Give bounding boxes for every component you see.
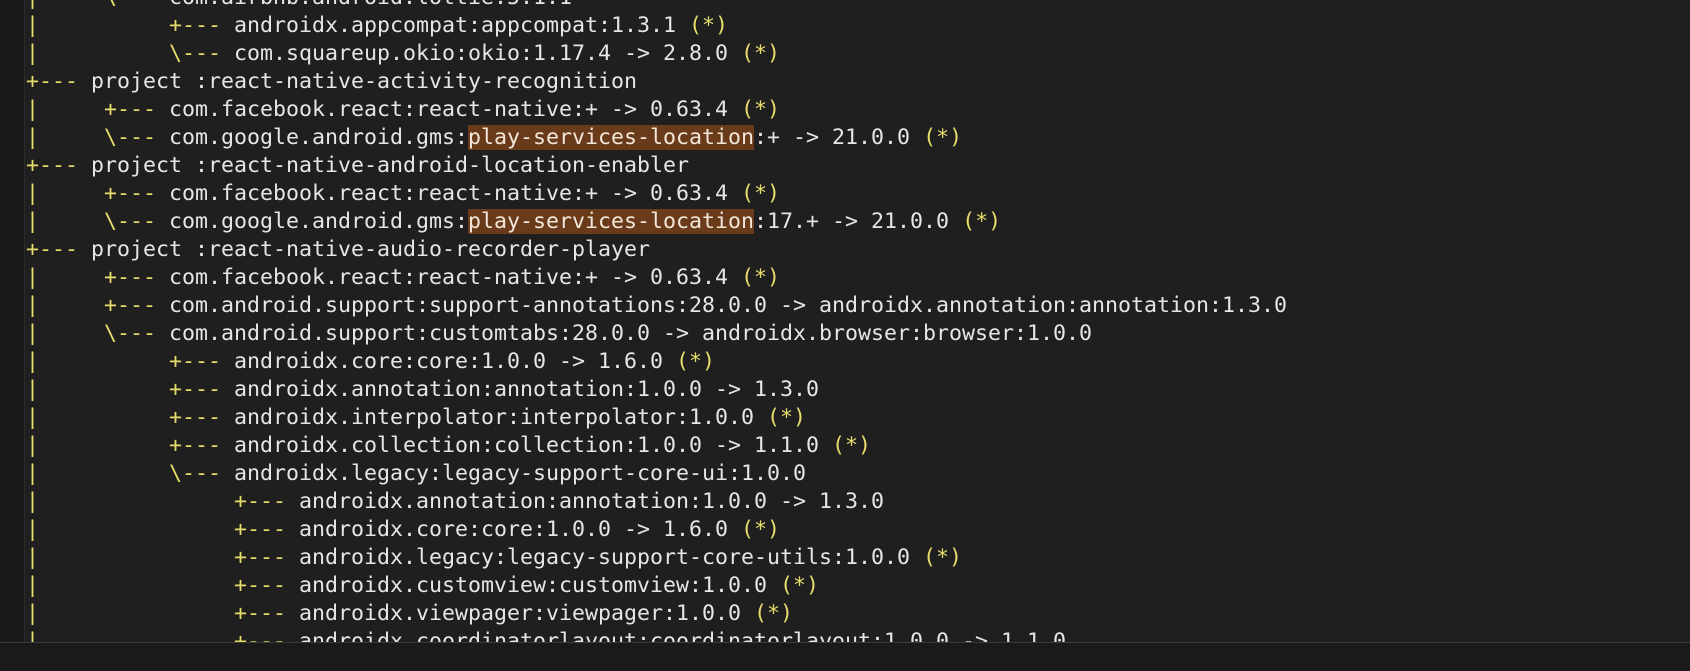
terminal-line: | +--- androidx.collection:collection:1.… [0, 432, 1690, 460]
search-highlight: play-services-location [468, 125, 755, 150]
tree-connector: | \--- [0, 41, 235, 66]
tree-connector: | +--- [0, 601, 300, 626]
terminal-line: | +--- androidx.legacy:legacy-support-co… [0, 544, 1690, 572]
omitted-marker: (*) [689, 13, 729, 38]
terminal-line: | \--- com.google.android.gms:play-servi… [0, 208, 1690, 236]
terminal-line: +--- project :react-native-android-locat… [0, 152, 1690, 180]
dependency-text: :+ -> 21.0.0 [754, 125, 924, 150]
terminal-line: | \--- com.google.android.gms:play-servi… [0, 124, 1690, 152]
terminal-line: | \--- androidx.legacy:legacy-support-co… [0, 460, 1690, 488]
dependency-text: androidx.appcompat:appcompat:1.3.1 [234, 13, 690, 38]
omitted-marker: (*) [754, 601, 794, 626]
tree-connector: | \--- [0, 209, 170, 234]
dependency-text: androidx.core:core:1.0.0 -> 1.6.0 [299, 517, 742, 542]
omitted-marker: (*) [923, 125, 963, 150]
dependency-text: androidx.collection:collection:1.0.0 -> … [234, 433, 833, 458]
terminal-window: | \--- com.airbnb.android:lottie:5.1.1 |… [0, 0, 1690, 671]
dependency-text: com.airbnb.android:lottie:5.1.1 [169, 0, 572, 10]
dependency-text: com.android.support:support-annotations:… [169, 293, 1288, 318]
dependency-text: androidx.customview:customview:1.0.0 [299, 573, 781, 598]
omitted-marker: (*) [741, 97, 781, 122]
omitted-marker: (*) [741, 265, 781, 290]
dependency-text: androidx.core:core:1.0.0 -> 1.6.0 [234, 349, 677, 374]
terminal-line: | +--- androidx.core:core:1.0.0 -> 1.6.0… [0, 348, 1690, 376]
terminal-line: | +--- androidx.interpolator:interpolato… [0, 404, 1690, 432]
terminal-line: +--- project :react-native-audio-recorde… [0, 236, 1690, 264]
dependency-text: androidx.viewpager:viewpager:1.0.0 [299, 601, 755, 626]
tree-connector: +--- [0, 153, 92, 178]
dependency-text: com.android.support:customtabs:28.0.0 ->… [169, 321, 1093, 346]
terminal-line: | \--- com.airbnb.android:lottie:5.1.1 [0, 0, 1690, 12]
terminal-line: | \--- com.squareup.okio:okio:1.17.4 -> … [0, 40, 1690, 68]
terminal-line: | +--- com.facebook.react:react-native:+… [0, 180, 1690, 208]
terminal-line: | +--- com.facebook.react:react-native:+… [0, 264, 1690, 292]
dependency-text: project :react-native-activity-recogniti… [91, 69, 638, 94]
omitted-marker: (*) [832, 433, 872, 458]
tree-connector: | \--- [0, 321, 170, 346]
dependency-text: com.google.android.gms: [169, 209, 469, 234]
tree-connector: +--- [0, 237, 92, 262]
dependency-text: androidx.annotation:annotation:1.0.0 -> … [234, 377, 820, 402]
dependency-text: com.facebook.react:react-native:+ -> 0.6… [169, 265, 742, 290]
tree-connector: | +--- [0, 13, 235, 38]
dependency-text: project :react-native-audio-recorder-pla… [91, 237, 651, 262]
tree-connector: | +--- [0, 349, 235, 374]
dependency-text: com.facebook.react:react-native:+ -> 0.6… [169, 97, 742, 122]
terminal-output[interactable]: | \--- com.airbnb.android:lottie:5.1.1 |… [0, 0, 1690, 656]
tree-connector: | +--- [0, 517, 300, 542]
dependency-text: androidx.interpolator:interpolator:1.0.0 [234, 405, 768, 430]
omitted-marker: (*) [676, 349, 716, 374]
omitted-marker: (*) [741, 41, 781, 66]
tree-connector: | +--- [0, 433, 235, 458]
tree-connector: | +--- [0, 573, 300, 598]
terminal-line: | +--- androidx.core:core:1.0.0 -> 1.6.0… [0, 516, 1690, 544]
tree-connector: | +--- [0, 489, 300, 514]
tree-connector: | +--- [0, 545, 300, 570]
terminal-line: +--- project :react-native-activity-reco… [0, 68, 1690, 96]
terminal-line: | +--- androidx.annotation:annotation:1.… [0, 376, 1690, 404]
tree-connector: | \--- [0, 125, 170, 150]
bottom-panel-edge [0, 642, 1690, 671]
omitted-marker: (*) [767, 405, 807, 430]
terminal-line: | +--- androidx.appcompat:appcompat:1.3.… [0, 12, 1690, 40]
tree-connector: | \--- [0, 0, 169, 10]
omitted-marker: (*) [741, 181, 781, 206]
tree-connector: +--- [0, 69, 92, 94]
dependency-text: com.squareup.okio:okio:1.17.4 -> 2.8.0 [234, 41, 742, 66]
tree-connector: | +--- [0, 181, 170, 206]
omitted-marker: (*) [962, 209, 1002, 234]
dependency-text: project :react-native-android-location-e… [91, 153, 690, 178]
dependency-text: com.facebook.react:react-native:+ -> 0.6… [169, 181, 742, 206]
terminal-line: | +--- androidx.customview:customview:1.… [0, 572, 1690, 600]
dependency-text: :17.+ -> 21.0.0 [754, 209, 963, 234]
tree-connector: | +--- [0, 405, 235, 430]
search-highlight: play-services-location [468, 209, 755, 234]
tree-connector: | +--- [0, 377, 235, 402]
tree-connector: | +--- [0, 293, 170, 318]
terminal-line: | +--- com.facebook.react:react-native:+… [0, 96, 1690, 124]
dependency-text: androidx.annotation:annotation:1.0.0 -> … [299, 489, 885, 514]
omitted-marker: (*) [780, 573, 820, 598]
terminal-line: | +--- androidx.viewpager:viewpager:1.0.… [0, 600, 1690, 628]
tree-connector: | +--- [0, 97, 170, 122]
dependency-text: androidx.legacy:legacy-support-core-ui:1… [234, 461, 807, 486]
terminal-line: | \--- com.android.support:customtabs:28… [0, 320, 1690, 348]
dependency-text: com.google.android.gms: [169, 125, 469, 150]
omitted-marker: (*) [741, 517, 781, 542]
terminal-line: | +--- com.android.support:support-annot… [0, 292, 1690, 320]
dependency-text: androidx.legacy:legacy-support-core-util… [299, 545, 924, 570]
terminal-line: | +--- androidx.annotation:annotation:1.… [0, 488, 1690, 516]
tree-connector: | +--- [0, 265, 170, 290]
tree-connector: | \--- [0, 461, 235, 486]
omitted-marker: (*) [923, 545, 963, 570]
